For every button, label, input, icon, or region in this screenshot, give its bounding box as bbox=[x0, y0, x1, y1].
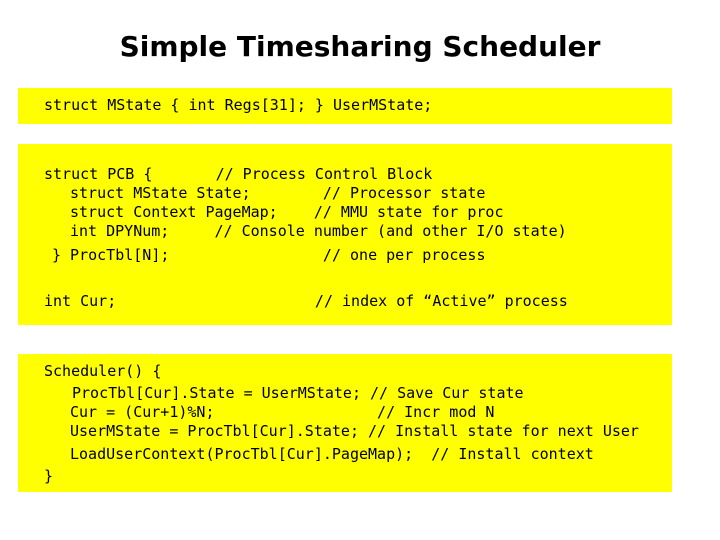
code-line-pcb-struct: struct PCB { // Process Control Block bbox=[44, 165, 433, 183]
code-line-mstate: struct MState { int Regs[31]; } UserMSta… bbox=[44, 96, 433, 114]
code-line-pcb-state: struct MState State; // Processor state bbox=[70, 184, 486, 202]
code-line-scheduler-open: Scheduler() { bbox=[44, 362, 162, 380]
code-line-save-state: ProcTbl[Cur].State = UserMState; // Save… bbox=[72, 384, 524, 402]
code-line-load-context: LoadUserContext(ProcTbl[Cur].PageMap); /… bbox=[70, 445, 594, 463]
code-line-scheduler-close: } bbox=[44, 467, 54, 485]
code-line-cur: int Cur; // index of “Active” process bbox=[44, 292, 568, 310]
code-line-pcb-dpynum: int DPYNum; // Console number (and other… bbox=[70, 222, 567, 240]
code-line-incr-cur: Cur = (Cur+1)%N; // Incr mod N bbox=[70, 403, 495, 421]
code-line-pcb-pagemap: struct Context PageMap; // MMU state for… bbox=[70, 203, 504, 221]
code-line-install-state: UserMState = ProcTbl[Cur].State; // Inst… bbox=[70, 422, 639, 440]
code-line-proctbl: } ProcTbl[N]; // one per process bbox=[52, 246, 486, 264]
slide-title: Simple Timesharing Scheduler bbox=[119, 30, 601, 63]
